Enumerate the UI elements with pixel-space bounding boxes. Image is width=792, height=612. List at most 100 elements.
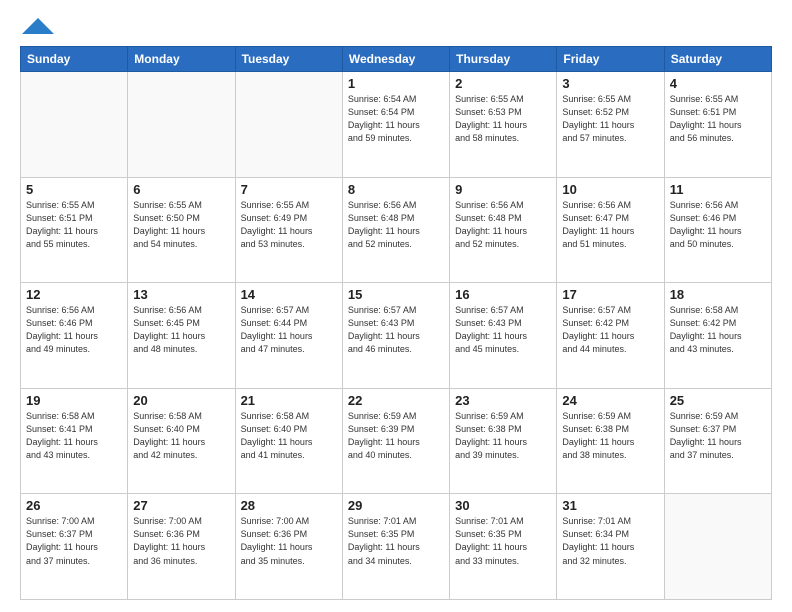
day-info: Sunrise: 6:55 AM Sunset: 6:50 PM Dayligh…: [133, 199, 229, 251]
day-info: Sunrise: 6:58 AM Sunset: 6:40 PM Dayligh…: [241, 410, 337, 462]
day-number: 24: [562, 393, 658, 408]
day-number: 7: [241, 182, 337, 197]
day-number: 10: [562, 182, 658, 197]
weekday-header: Monday: [128, 47, 235, 72]
day-info: Sunrise: 6:55 AM Sunset: 6:51 PM Dayligh…: [26, 199, 122, 251]
calendar-week-row: 5 Sunrise: 6:55 AM Sunset: 6:51 PM Daylig…: [21, 177, 772, 283]
day-number: 2: [455, 76, 551, 91]
calendar-cell: 24 Sunrise: 6:59 AM Sunset: 6:38 PM Dayli…: [557, 388, 664, 494]
calendar-cell: 19 Sunrise: 6:58 AM Sunset: 6:41 PM Dayli…: [21, 388, 128, 494]
calendar-cell: 27Sunrise: 7:00 AM Sunset: 6:36 PM Dayli…: [128, 494, 235, 600]
calendar-cell: [664, 494, 771, 600]
calendar-cell: 13 Sunrise: 6:56 AM Sunset: 6:45 PM Dayli…: [128, 283, 235, 389]
day-info: Sunrise: 6:58 AM Sunset: 6:42 PM Dayligh…: [670, 304, 766, 356]
calendar-cell: 12 Sunrise: 6:56 AM Sunset: 6:46 PM Dayli…: [21, 283, 128, 389]
weekday-header: Friday: [557, 47, 664, 72]
day-number: 25: [670, 393, 766, 408]
calendar-table: SundayMondayTuesdayWednesdayThursdayFrid…: [20, 46, 772, 600]
day-info: Sunrise: 6:59 AM Sunset: 6:38 PM Dayligh…: [455, 410, 551, 462]
day-info: Sunrise: 7:01 AM Sunset: 6:35 PM Dayligh…: [348, 515, 444, 567]
day-number: 26: [26, 498, 122, 513]
calendar-cell: 15 Sunrise: 6:57 AM Sunset: 6:43 PM Dayli…: [342, 283, 449, 389]
day-number: 18: [670, 287, 766, 302]
day-info: Sunrise: 6:59 AM Sunset: 6:39 PM Dayligh…: [348, 410, 444, 462]
day-info: Sunrise: 6:57 AM Sunset: 6:44 PM Dayligh…: [241, 304, 337, 356]
day-number: 3: [562, 76, 658, 91]
day-info: Sunrise: 6:58 AM Sunset: 6:41 PM Dayligh…: [26, 410, 122, 462]
day-info: Sunrise: 6:55 AM Sunset: 6:52 PM Dayligh…: [562, 93, 658, 145]
calendar-cell: 31 Sunrise: 7:01 AM Sunset: 6:34 PM Dayli…: [557, 494, 664, 600]
calendar-cell: 11 Sunrise: 6:56 AM Sunset: 6:46 PM Dayli…: [664, 177, 771, 283]
calendar-cell: 4 Sunrise: 6:55 AM Sunset: 6:51 PM Daylig…: [664, 72, 771, 178]
header: [20, 18, 772, 36]
calendar-cell: [128, 72, 235, 178]
calendar-cell: 7 Sunrise: 6:55 AM Sunset: 6:49 PM Daylig…: [235, 177, 342, 283]
calendar-cell: 3 Sunrise: 6:55 AM Sunset: 6:52 PM Daylig…: [557, 72, 664, 178]
calendar-cell: [21, 72, 128, 178]
day-number: 28: [241, 498, 337, 513]
calendar-cell: 23 Sunrise: 6:59 AM Sunset: 6:38 PM Dayli…: [450, 388, 557, 494]
day-number: 4: [670, 76, 766, 91]
day-number: 12: [26, 287, 122, 302]
calendar-cell: 16 Sunrise: 6:57 AM Sunset: 6:43 PM Dayli…: [450, 283, 557, 389]
calendar-cell: 8 Sunrise: 6:56 AM Sunset: 6:48 PM Daylig…: [342, 177, 449, 283]
calendar-cell: 20Sunrise: 6:58 AM Sunset: 6:40 PM Dayli…: [128, 388, 235, 494]
day-info: Sunrise: 6:55 AM Sunset: 6:49 PM Dayligh…: [241, 199, 337, 251]
day-info: Sunrise: 6:56 AM Sunset: 6:45 PM Dayligh…: [133, 304, 229, 356]
weekday-header: Wednesday: [342, 47, 449, 72]
day-number: 8: [348, 182, 444, 197]
page: SundayMondayTuesdayWednesdayThursdayFrid…: [0, 0, 792, 612]
calendar-header-row: SundayMondayTuesdayWednesdayThursdayFrid…: [21, 47, 772, 72]
day-number: 22: [348, 393, 444, 408]
calendar-cell: 25 Sunrise: 6:59 AM Sunset: 6:37 PM Dayli…: [664, 388, 771, 494]
day-info: Sunrise: 6:56 AM Sunset: 6:48 PM Dayligh…: [348, 199, 444, 251]
day-info: Sunrise: 6:59 AM Sunset: 6:37 PM Dayligh…: [670, 410, 766, 462]
calendar-cell: 1Sunrise: 6:54 AM Sunset: 6:54 PM Daylig…: [342, 72, 449, 178]
day-number: 16: [455, 287, 551, 302]
day-info: Sunrise: 6:56 AM Sunset: 6:47 PM Dayligh…: [562, 199, 658, 251]
weekday-header: Thursday: [450, 47, 557, 72]
day-number: 31: [562, 498, 658, 513]
day-info: Sunrise: 7:01 AM Sunset: 6:35 PM Dayligh…: [455, 515, 551, 567]
day-number: 9: [455, 182, 551, 197]
day-number: 30: [455, 498, 551, 513]
day-number: 15: [348, 287, 444, 302]
calendar-cell: [235, 72, 342, 178]
day-info: Sunrise: 6:55 AM Sunset: 6:53 PM Dayligh…: [455, 93, 551, 145]
day-number: 17: [562, 287, 658, 302]
day-number: 5: [26, 182, 122, 197]
day-info: Sunrise: 6:55 AM Sunset: 6:51 PM Dayligh…: [670, 93, 766, 145]
weekday-header: Saturday: [664, 47, 771, 72]
day-info: Sunrise: 7:00 AM Sunset: 6:37 PM Dayligh…: [26, 515, 122, 567]
calendar-cell: 2 Sunrise: 6:55 AM Sunset: 6:53 PM Daylig…: [450, 72, 557, 178]
day-number: 13: [133, 287, 229, 302]
day-number: 11: [670, 182, 766, 197]
calendar-week-row: 12 Sunrise: 6:56 AM Sunset: 6:46 PM Dayli…: [21, 283, 772, 389]
calendar-cell: 18 Sunrise: 6:58 AM Sunset: 6:42 PM Dayli…: [664, 283, 771, 389]
day-info: Sunrise: 6:54 AM Sunset: 6:54 PM Dayligh…: [348, 93, 444, 145]
day-info: Sunrise: 7:00 AM Sunset: 6:36 PM Dayligh…: [241, 515, 337, 567]
calendar-week-row: 1Sunrise: 6:54 AM Sunset: 6:54 PM Daylig…: [21, 72, 772, 178]
day-number: 19: [26, 393, 122, 408]
calendar-cell: 14 Sunrise: 6:57 AM Sunset: 6:44 PM Dayli…: [235, 283, 342, 389]
calendar-cell: 29 Sunrise: 7:01 AM Sunset: 6:35 PM Dayli…: [342, 494, 449, 600]
day-info: Sunrise: 6:56 AM Sunset: 6:46 PM Dayligh…: [670, 199, 766, 251]
day-number: 29: [348, 498, 444, 513]
calendar-cell: 21Sunrise: 6:58 AM Sunset: 6:40 PM Dayli…: [235, 388, 342, 494]
day-info: Sunrise: 6:57 AM Sunset: 6:43 PM Dayligh…: [348, 304, 444, 356]
day-number: 27: [133, 498, 229, 513]
day-info: Sunrise: 6:57 AM Sunset: 6:42 PM Dayligh…: [562, 304, 658, 356]
calendar-cell: 10 Sunrise: 6:56 AM Sunset: 6:47 PM Dayli…: [557, 177, 664, 283]
day-info: Sunrise: 6:59 AM Sunset: 6:38 PM Dayligh…: [562, 410, 658, 462]
calendar-cell: 30 Sunrise: 7:01 AM Sunset: 6:35 PM Dayli…: [450, 494, 557, 600]
day-number: 23: [455, 393, 551, 408]
calendar-cell: 26 Sunrise: 7:00 AM Sunset: 6:37 PM Dayli…: [21, 494, 128, 600]
calendar-cell: 9Sunrise: 6:56 AM Sunset: 6:48 PM Daylig…: [450, 177, 557, 283]
day-info: Sunrise: 7:01 AM Sunset: 6:34 PM Dayligh…: [562, 515, 658, 567]
day-info: Sunrise: 6:57 AM Sunset: 6:43 PM Dayligh…: [455, 304, 551, 356]
calendar-week-row: 19 Sunrise: 6:58 AM Sunset: 6:41 PM Dayli…: [21, 388, 772, 494]
day-number: 14: [241, 287, 337, 302]
day-info: Sunrise: 6:56 AM Sunset: 6:46 PM Dayligh…: [26, 304, 122, 356]
weekday-header: Tuesday: [235, 47, 342, 72]
logo: [20, 18, 54, 36]
